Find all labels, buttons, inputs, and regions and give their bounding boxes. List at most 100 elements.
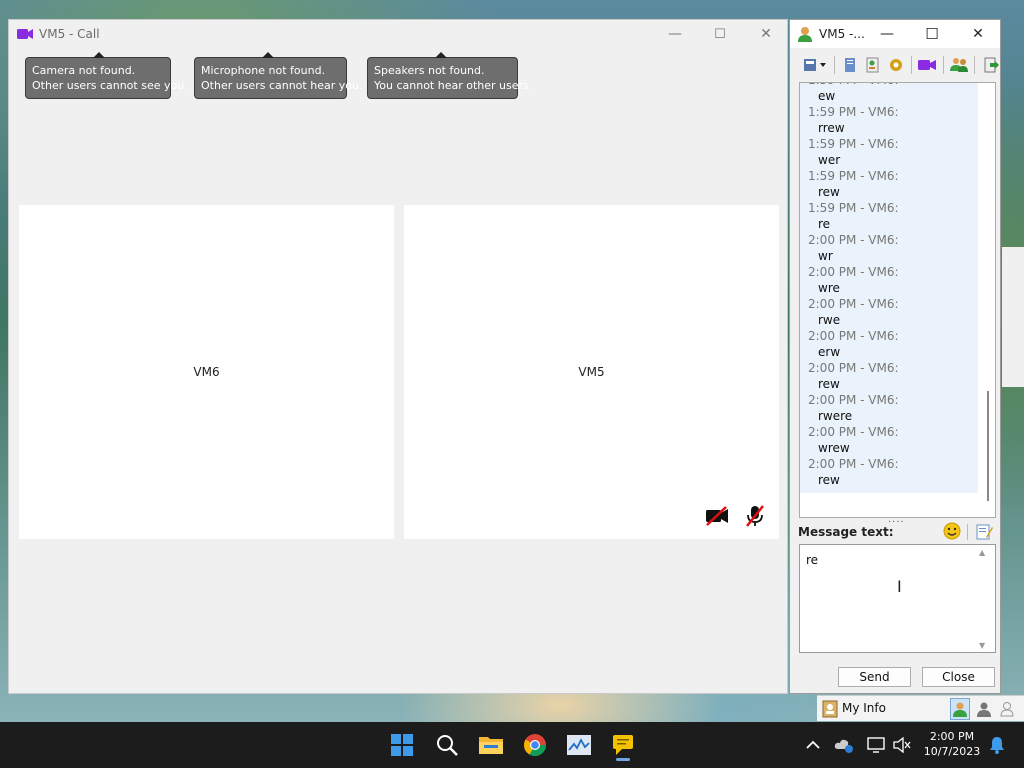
task-manager-icon[interactable]	[562, 729, 596, 761]
chat-message: 1:59 PM - VM6: ew	[800, 83, 978, 105]
close-button[interactable]: ✕	[743, 20, 789, 48]
chat-message: 1:59 PM - VM6: rrew	[800, 105, 978, 137]
message-header: 1:59 PM - VM6:	[808, 137, 899, 151]
message-text: rwere	[818, 409, 853, 423]
video-camera-icon	[17, 29, 33, 39]
scroll-up-icon[interactable]: ▲	[979, 548, 985, 557]
speaker-muted-icon[interactable]	[892, 735, 912, 755]
my-info-bar: My Info	[817, 695, 1024, 721]
microphone-off-icon	[746, 505, 764, 527]
toolbar-separator	[834, 56, 836, 74]
participant-name: VM6	[193, 365, 220, 379]
notice-line: Speakers not found.	[374, 64, 485, 77]
toolbar-separator	[911, 56, 913, 74]
messenger-icon[interactable]	[606, 729, 640, 761]
background-window-edge	[1002, 247, 1024, 387]
chat-titlebar[interactable]: VM5 -... — ☐ ✕	[790, 20, 1000, 48]
chat-message: 2:00 PM - VM6: wrew	[800, 425, 978, 457]
camera-not-found-notice: Camera not found. Other users cannot see…	[25, 52, 188, 99]
network-icon[interactable]	[866, 735, 886, 755]
message-text: erw	[818, 345, 841, 359]
scroll-down-icon[interactable]: ▼	[979, 641, 985, 650]
send-file-icon[interactable]	[802, 55, 828, 75]
camera-off-icon	[706, 506, 728, 526]
toolbar-separator	[974, 56, 976, 74]
chat-message: 1:59 PM - VM6: rew	[800, 169, 978, 201]
edit-note-icon[interactable]	[975, 523, 993, 541]
participant-name: VM5	[578, 365, 605, 379]
chat-toolbar	[790, 48, 1000, 82]
smiley-icon[interactable]	[943, 522, 961, 540]
message-text: re	[818, 217, 831, 231]
chevron-up-icon[interactable]	[803, 735, 823, 755]
file-explorer-icon[interactable]	[474, 729, 508, 761]
notice-line: Other users cannot hear you.	[201, 79, 363, 92]
minimize-button[interactable]: —	[652, 20, 698, 48]
contact-info-icon[interactable]	[864, 55, 883, 75]
chat-message: 2:00 PM - VM6: rwere	[800, 393, 978, 425]
status-away-icon[interactable]	[974, 698, 994, 720]
clock-time: 2:00 PM	[929, 730, 975, 743]
clock-date: 10/7/2023	[923, 745, 981, 758]
video-pane-vm5[interactable]: VM5	[404, 205, 779, 539]
message-text: wre	[818, 281, 840, 295]
chat-message: 2:00 PM - VM6: erw	[800, 329, 978, 361]
taskbar: 2:00 PM 10/7/2023	[0, 722, 1024, 768]
chat-message: 2:00 PM - VM6: rew	[800, 457, 978, 489]
message-history[interactable]: 1:59 PM - VM6:ew1:59 PM - VM6:rrew1:59 P…	[799, 82, 996, 518]
send-button[interactable]: Send	[838, 667, 911, 687]
toolbar-separator	[942, 56, 944, 74]
system-clock[interactable]: 2:00 PM 10/7/2023	[920, 729, 984, 759]
exit-chat-icon[interactable]	[981, 55, 1000, 75]
message-text: rew	[818, 473, 840, 487]
user-icon	[798, 27, 812, 42]
message-text: ew	[818, 89, 836, 103]
message-header: 1:59 PM - VM6:	[808, 105, 899, 119]
close-chat-button[interactable]: Close	[922, 667, 995, 687]
history-icon[interactable]	[841, 55, 860, 75]
message-input-scrollbar[interactable]: ▲ ▼	[979, 548, 991, 650]
status-online-icon[interactable]	[950, 698, 970, 720]
start-icon[interactable]	[385, 729, 419, 761]
settings-icon[interactable]	[886, 55, 905, 75]
message-header: 2:00 PM - VM6:	[808, 457, 899, 471]
my-info-icon[interactable]	[822, 700, 838, 718]
message-header: 2:00 PM - VM6:	[808, 297, 899, 311]
speakers-not-found-notice: Speakers not found. You cannot hear othe…	[367, 52, 533, 99]
message-scrollbar-thumb[interactable]	[987, 391, 989, 501]
maximize-button[interactable]: ☐	[697, 20, 743, 48]
message-text: rwe	[818, 313, 841, 327]
message-header: 1:59 PM - VM6:	[808, 169, 899, 183]
message-text: wrew	[818, 441, 850, 455]
chat-message: 1:59 PM - VM6: re	[800, 201, 978, 233]
notice-line: Other users cannot see you.	[32, 79, 188, 92]
message-text-label: Message text:	[798, 525, 894, 539]
chat-window: VM5 -... — ☐ ✕ 1:59 PM -	[789, 19, 1001, 694]
message-header: 1:59 PM - VM6:	[808, 83, 899, 87]
search-icon[interactable]	[430, 729, 464, 761]
message-rows: 1:59 PM - VM6:ew1:59 PM - VM6:rrew1:59 P…	[800, 83, 978, 489]
message-header: 2:00 PM - VM6:	[808, 329, 899, 343]
message-header: 2:00 PM - VM6:	[808, 393, 899, 407]
video-call-icon[interactable]	[918, 55, 937, 75]
notice-line: Microphone not found.	[201, 64, 326, 77]
chat-message: 2:00 PM - VM6: rwe	[800, 297, 978, 329]
notification-bell-icon[interactable]	[987, 735, 1007, 755]
maximize-button[interactable]: ☐	[909, 20, 955, 48]
message-header: 2:00 PM - VM6:	[808, 233, 899, 247]
my-info-label[interactable]: My Info	[842, 701, 886, 715]
message-history-content: 1:59 PM - VM6:ew1:59 PM - VM6:rrew1:59 P…	[800, 83, 978, 493]
minimize-button[interactable]: —	[864, 20, 910, 48]
add-users-icon[interactable]	[950, 55, 969, 75]
call-titlebar[interactable]: VM5 - Call — ☐ ✕	[9, 20, 787, 48]
toolbar-separator	[967, 524, 968, 540]
chrome-icon[interactable]	[518, 729, 552, 761]
video-pane-vm6[interactable]: VM6	[19, 205, 394, 539]
message-text: wer	[818, 153, 841, 167]
status-offline-icon[interactable]	[997, 698, 1017, 720]
message-input[interactable]	[799, 544, 996, 653]
notice-line: You cannot hear other users.	[374, 79, 533, 92]
chat-message: 2:00 PM - VM6: rew	[800, 361, 978, 393]
onedrive-icon[interactable]	[834, 735, 854, 755]
close-button[interactable]: ✕	[955, 20, 1001, 48]
